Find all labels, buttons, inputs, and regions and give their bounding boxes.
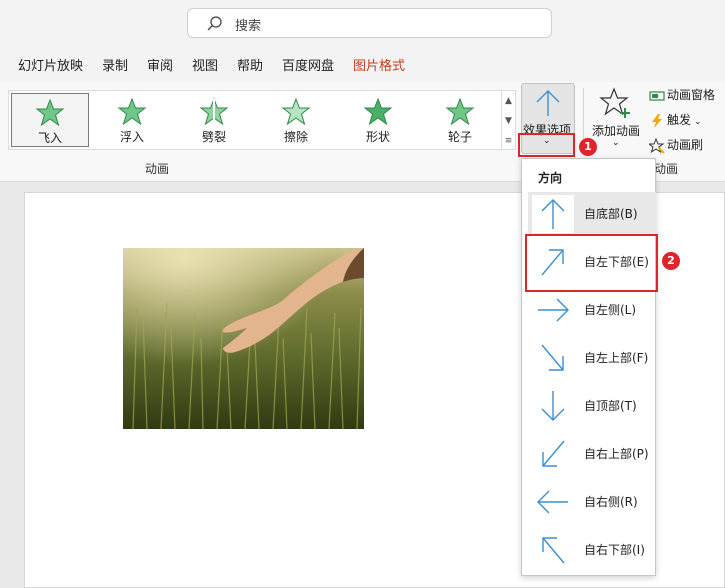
menu-record[interactable]: 录制 xyxy=(102,55,128,74)
arrow-down-icon xyxy=(541,391,565,421)
star-add-icon xyxy=(599,87,630,118)
star-icon xyxy=(363,97,393,126)
title-bar: 搜索 xyxy=(0,0,725,46)
direction-from-top-right[interactable]: 自右上部(P) xyxy=(528,432,656,476)
search-icon xyxy=(207,16,222,31)
star-icon xyxy=(35,98,65,127)
menu-picture-format[interactable]: 图片格式 xyxy=(353,55,405,74)
group-label-animation: 动画 xyxy=(145,162,170,176)
animation-painter-icon xyxy=(647,137,665,154)
star-icon xyxy=(445,97,475,126)
direction-from-top-left[interactable]: 自左上部(F) xyxy=(528,336,656,380)
direction-from-bottom-right[interactable]: 自右下部(I) xyxy=(528,528,656,572)
menu-view[interactable]: 视图 xyxy=(192,55,218,74)
animation-fly-in[interactable]: 飞入 xyxy=(11,93,89,147)
slide-picture-wheat-field[interactable] xyxy=(123,248,364,429)
animation-gallery: 飞入 浮入 劈裂 擦除 形状 轮子 xyxy=(8,90,502,150)
arrow-down-left-icon xyxy=(542,440,565,467)
animation-painter-button[interactable]: 动画刷 xyxy=(647,136,703,154)
lightning-icon xyxy=(652,113,662,128)
animation-float-in[interactable]: 浮入 xyxy=(93,93,171,147)
arrow-right-icon xyxy=(538,298,569,322)
effect-options-highlight xyxy=(518,133,575,157)
star-icon xyxy=(117,97,147,126)
arrow-up-left-icon xyxy=(542,537,565,564)
star-icon xyxy=(199,97,229,126)
arrow-up-icon xyxy=(536,90,560,116)
animation-pane-icon xyxy=(649,90,665,101)
star-icon xyxy=(281,97,311,126)
selected-direction-highlight xyxy=(525,234,658,292)
menu-help[interactable]: 帮助 xyxy=(237,55,263,74)
arrow-left-icon xyxy=(537,490,568,514)
animation-pane-button[interactable]: 动画窗格 xyxy=(649,86,715,104)
gallery-scrollbar: ▲ ▼ ≡ xyxy=(502,90,516,150)
chevron-down-icon: ⌄ xyxy=(612,138,620,148)
menu-slideshow[interactable]: 幻灯片放映 xyxy=(18,55,83,74)
animation-split[interactable]: 劈裂 xyxy=(175,93,253,147)
gallery-scroll-down-icon[interactable]: ▼ xyxy=(502,111,515,131)
menu-bar: 幻灯片放映 录制 审阅 视图 帮助 百度网盘 图片格式 xyxy=(0,46,725,82)
direction-from-top[interactable]: 自顶部(T) xyxy=(528,384,656,428)
animation-shape[interactable]: 形状 xyxy=(339,93,417,147)
chevron-down-icon: ⌄ xyxy=(694,117,702,127)
search-placeholder: 搜索 xyxy=(235,19,262,34)
group-label-advanced-animation: 动画 xyxy=(654,162,679,176)
direction-dropdown: 方向 自底部(B) 自左下部(E) 自左侧(L) 自左上部(F) 自顶部(T) … xyxy=(521,158,656,576)
step-badge-2: 2 xyxy=(662,252,680,270)
trigger-button[interactable]: 触发 ⌄ xyxy=(649,111,702,129)
wheat-photo-image xyxy=(123,248,364,429)
menu-baidu-netdisk[interactable]: 百度网盘 xyxy=(282,55,334,74)
arrow-down-right-icon xyxy=(541,344,564,371)
arrow-up-icon xyxy=(541,199,565,229)
gallery-scroll-up-icon[interactable]: ▲ xyxy=(502,91,515,111)
gallery-more-icon[interactable]: ≡ xyxy=(502,131,515,151)
animation-wheel[interactable]: 轮子 xyxy=(421,93,499,147)
animation-wipe[interactable]: 擦除 xyxy=(257,93,335,147)
menu-review[interactable]: 审阅 xyxy=(147,55,173,74)
direction-from-left[interactable]: 自左侧(L) xyxy=(528,288,656,332)
dropdown-header: 方向 xyxy=(538,171,563,185)
step-badge-1: 1 xyxy=(579,138,597,156)
search-box[interactable]: 搜索 xyxy=(187,8,552,38)
direction-from-bottom[interactable]: 自底部(B) xyxy=(528,192,656,236)
direction-from-right[interactable]: 自右侧(R) xyxy=(528,480,656,524)
